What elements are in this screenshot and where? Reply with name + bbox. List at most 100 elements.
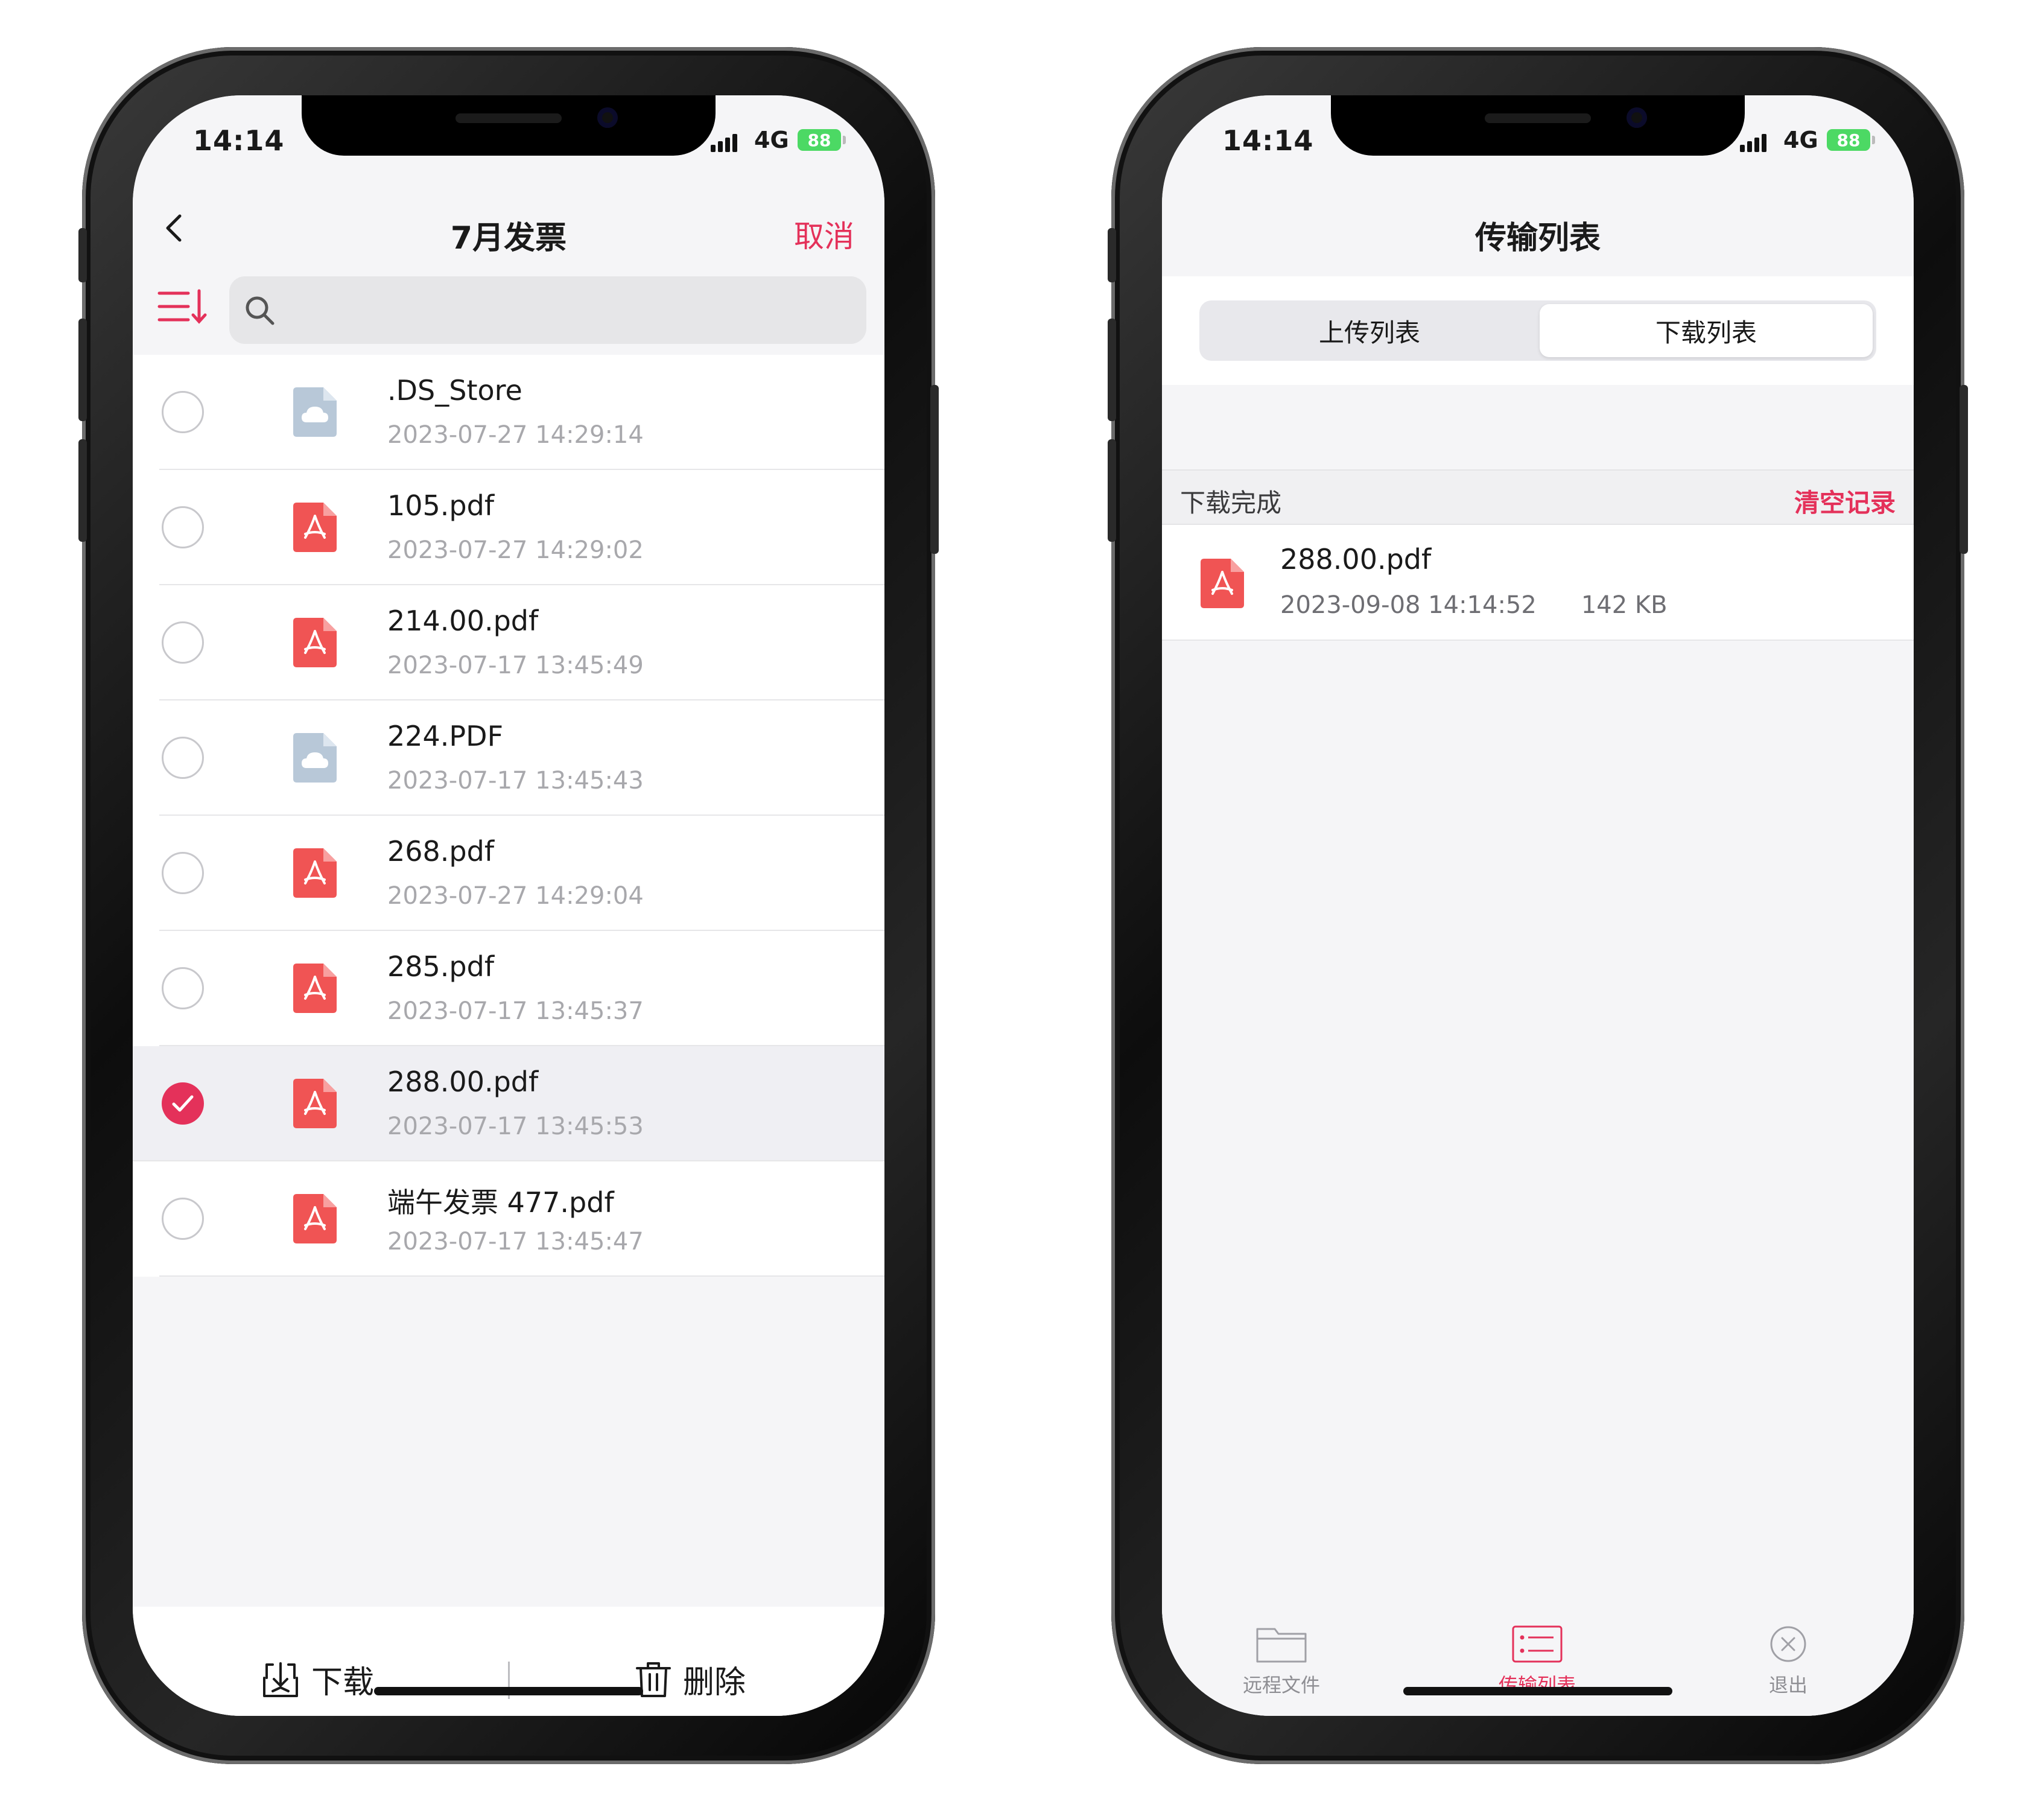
file-date: 2023-07-17 13:45:43 (387, 767, 644, 795)
volume-up-button (1108, 319, 1116, 421)
segmented-control: 上传列表 下载列表 (1199, 300, 1876, 361)
signal-icon (711, 132, 737, 152)
tab-bar: 远程文件 传输列表 退出 (1162, 1604, 1914, 1716)
home-indicator (374, 1687, 643, 1695)
file-date: 2023-07-27 14:29:14 (387, 421, 644, 449)
battery-icon: 88 (1827, 129, 1875, 151)
file-name: .DS_Store (387, 374, 522, 407)
screen: 14:14 4G 88 传输列表 上传列表 下载列表 下载完成 清空记录 288… (1162, 95, 1914, 1716)
pdf-icon (293, 618, 337, 667)
file-date: 2023-07-17 13:45:37 (387, 997, 644, 1025)
pdf-icon (293, 964, 337, 1013)
radio-button[interactable] (162, 967, 204, 1009)
page-title: 传输列表 (1474, 220, 1601, 256)
file-date: 2023-07-27 14:29:04 (387, 882, 644, 910)
download-size: 142 KB (1581, 591, 1668, 619)
file-name: 285.pdf (387, 950, 495, 983)
file-name: 268.pdf (387, 835, 495, 868)
file-row[interactable]: 285.pdf 2023-07-17 13:45:37 (159, 931, 884, 1046)
file-date: 2023-07-27 14:29:02 (387, 536, 644, 564)
radio-button[interactable] (162, 391, 204, 433)
volume-down-button (78, 439, 87, 542)
empty-area (1162, 641, 1914, 1716)
download-icon (263, 1662, 298, 1697)
file-row[interactable]: 端午发票 477.pdf 2023-07-17 13:45:47 (159, 1161, 884, 1277)
download-item[interactable]: 288.00.pdf 2023-09-08 14:14:52 142 KB (1162, 525, 1914, 641)
battery-icon: 88 (798, 129, 846, 151)
section-label: 下载完成 (1180, 488, 1282, 518)
phone-left: 14:14 4G 88 7月发票 取消 .DS_Store 2023-07-27 … (78, 47, 939, 1764)
file-name: 214.00.pdf (387, 605, 539, 637)
cancel-button[interactable]: 取消 (794, 212, 854, 256)
power-button (1960, 385, 1968, 554)
clear-records-button[interactable]: 清空记录 (1794, 483, 1896, 519)
delete-label: 删除 (683, 1665, 746, 1701)
radio-button[interactable] (162, 506, 204, 548)
download-file-name: 288.00.pdf (1280, 543, 1432, 576)
volume-down-button (1108, 439, 1116, 542)
file-date: 2023-07-17 13:45:49 (387, 652, 644, 679)
pdf-icon (293, 1079, 337, 1128)
file-date: 2023-07-17 13:45:53 (387, 1113, 644, 1140)
tab-logout[interactable]: 退出 (1722, 1624, 1855, 1698)
tab-upload-list[interactable]: 上传列表 (1203, 304, 1536, 357)
file-row[interactable]: 288.00.pdf 2023-07-17 13:45:53 (133, 1046, 884, 1161)
tab-remote-label: 远程文件 (1242, 1674, 1320, 1697)
pdf-icon (1201, 559, 1244, 608)
file-row[interactable]: 214.00.pdf 2023-07-17 13:45:49 (159, 585, 884, 700)
notch (302, 95, 716, 156)
radio-button[interactable] (162, 737, 204, 779)
file-name: 224.PDF (387, 720, 504, 752)
network-label: 4G (754, 127, 789, 153)
cloud-file-icon (293, 387, 337, 437)
home-indicator (1403, 1687, 1672, 1695)
file-name: 105.pdf (387, 489, 495, 522)
cloud-file-icon (293, 733, 337, 783)
silent-switch (1108, 228, 1116, 282)
page-title: 7月发票 (450, 220, 567, 256)
radio-button[interactable] (162, 621, 204, 664)
radio-button[interactable] (162, 1198, 204, 1240)
action-bar: 下载 删除 (133, 1640, 884, 1716)
tab-logout-label: 退出 (1768, 1674, 1808, 1697)
file-row[interactable]: 224.PDF 2023-07-17 13:45:43 (159, 700, 884, 816)
download-label: 下载 (311, 1665, 375, 1701)
file-row[interactable]: 105.pdf 2023-07-27 14:29:02 (159, 470, 884, 585)
file-list: .DS_Store 2023-07-27 14:29:14 105.pdf 2023-… (133, 355, 884, 1277)
silent-switch (78, 228, 87, 282)
file-name: 端午发票 477.pdf (387, 1186, 614, 1219)
tab-remote-files[interactable]: 远程文件 (1215, 1624, 1348, 1698)
delete-button[interactable]: 删除 (635, 1657, 746, 1702)
search-row (133, 270, 884, 346)
download-button[interactable]: 下载 (261, 1657, 374, 1702)
search-icon (246, 296, 275, 325)
network-label: 4G (1783, 127, 1818, 153)
notch (1331, 95, 1745, 156)
file-row[interactable]: 268.pdf 2023-07-27 14:29:04 (159, 816, 884, 931)
status-time: 14:14 (1222, 124, 1314, 157)
nav-bar: 7月发票 取消 (133, 186, 884, 276)
radio-button[interactable] (162, 852, 204, 894)
pdf-icon (293, 503, 337, 552)
file-name: 288.00.pdf (387, 1065, 539, 1098)
pdf-icon (293, 1194, 337, 1243)
checked-radio-icon[interactable] (162, 1082, 204, 1125)
file-row[interactable]: .DS_Store 2023-07-27 14:29:14 (159, 355, 884, 470)
screen: 14:14 4G 88 7月发票 取消 .DS_Store 2023-07-27 … (133, 95, 884, 1716)
file-date: 2023-07-17 13:45:47 (387, 1228, 644, 1256)
close-circle-icon (1770, 1626, 1806, 1662)
pdf-icon (293, 848, 337, 898)
tab-download-list[interactable]: 下载列表 (1540, 304, 1873, 357)
folder-icon (1256, 1628, 1307, 1663)
download-date: 2023-09-08 14:14:52 (1280, 591, 1537, 619)
power-button (930, 385, 939, 554)
status-time: 14:14 (193, 124, 285, 157)
nav-bar: 传输列表 (1162, 186, 1914, 276)
sort-icon[interactable] (157, 285, 208, 328)
list-icon (1512, 1625, 1563, 1663)
volume-up-button (78, 319, 87, 421)
search-input[interactable] (284, 288, 827, 332)
download-meta: 2023-09-08 14:14:52 142 KB (1280, 591, 1668, 619)
search-field[interactable] (229, 276, 866, 344)
section-header: 下载完成 清空记录 (1162, 469, 1914, 525)
